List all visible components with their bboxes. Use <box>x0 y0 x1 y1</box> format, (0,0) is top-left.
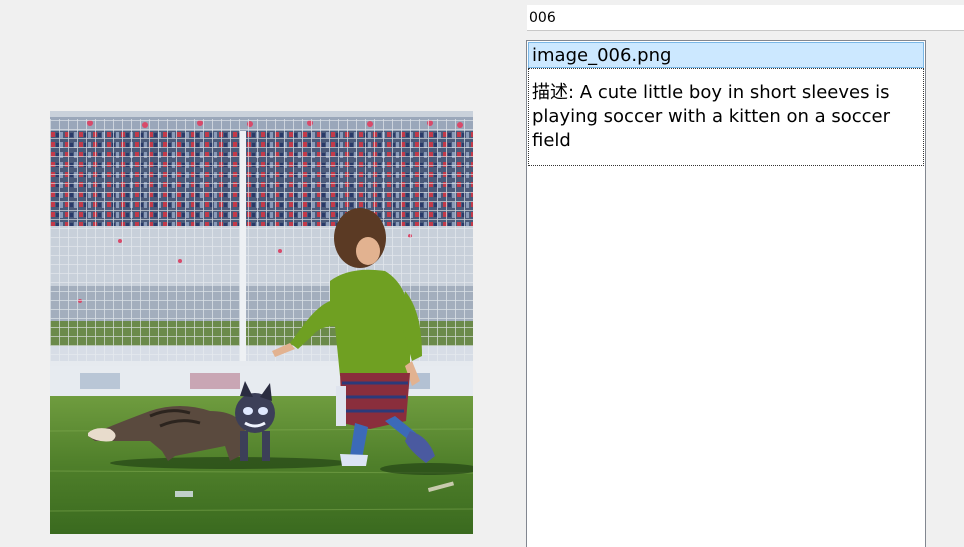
result-list[interactable]: image_006.png 描述: A cute little boy in s… <box>526 40 926 547</box>
result-description: 描述: A cute little boy in short sleeves i… <box>528 68 924 166</box>
app-window: image_006.png 描述: A cute little boy in s… <box>0 0 964 547</box>
description-label: 描述: <box>532 82 580 103</box>
result-filename[interactable]: image_006.png <box>528 42 924 68</box>
description-text: A cute little boy in short sleeves is pl… <box>532 82 891 151</box>
image-preview <box>50 111 473 534</box>
search-input[interactable] <box>527 5 964 31</box>
list-item[interactable]: image_006.png 描述: A cute little boy in s… <box>528 42 924 166</box>
preview-image <box>50 111 473 534</box>
